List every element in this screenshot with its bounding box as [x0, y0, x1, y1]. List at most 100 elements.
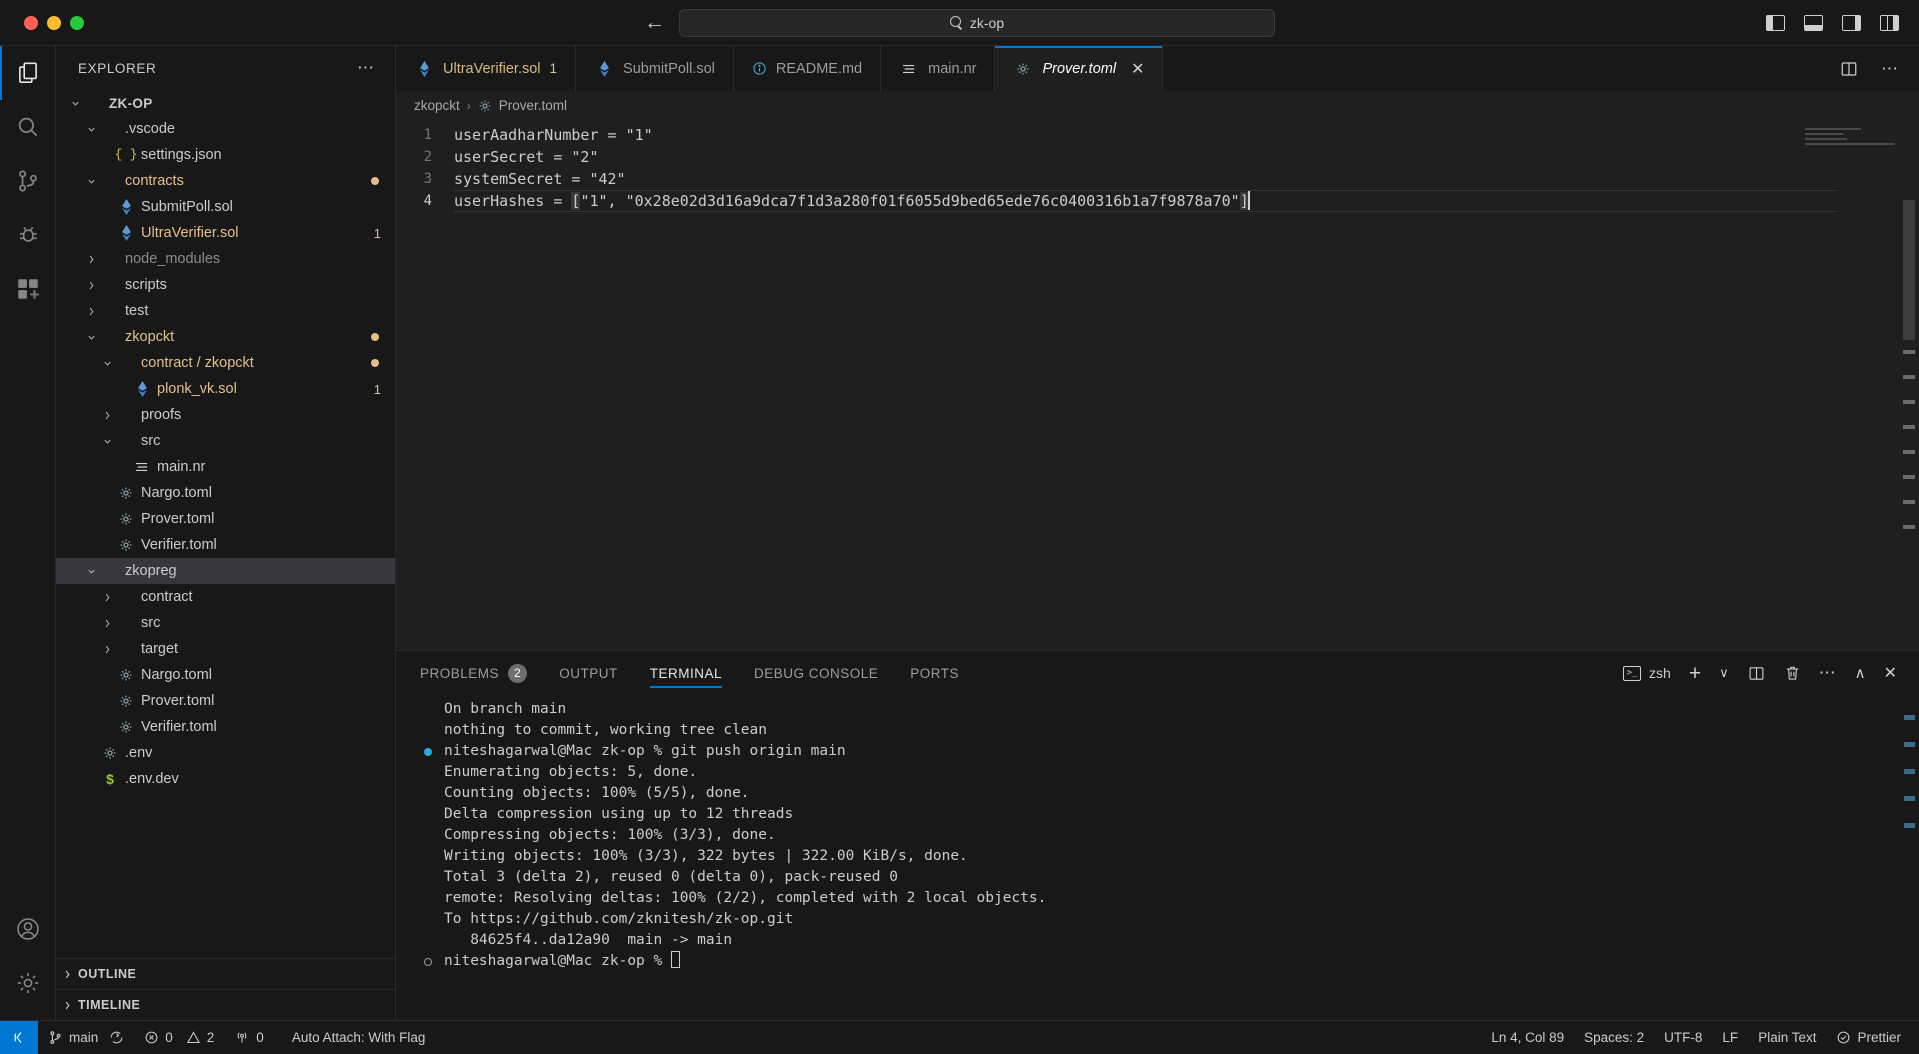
- panel-tab-terminal[interactable]: TERMINAL: [649, 651, 723, 695]
- tree-folder--vscode[interactable]: .vscode: [56, 116, 395, 142]
- tree-folder-src[interactable]: src: [56, 610, 395, 636]
- status-language-mode[interactable]: Plain Text: [1748, 1021, 1826, 1054]
- editor-more-actions-icon[interactable]: ⋯: [1881, 60, 1899, 77]
- activity-search[interactable]: [0, 100, 56, 154]
- chevron-right-icon[interactable]: [98, 644, 116, 655]
- terminal-output[interactable]: On branch main nothing to commit, working…: [396, 695, 1919, 1020]
- panel-scrollbar[interactable]: [1904, 715, 1915, 915]
- tree-file--env-dev[interactable]: $ .env.dev: [56, 766, 395, 792]
- chevron-down-icon[interactable]: [98, 358, 116, 369]
- breadcrumb-item-file[interactable]: Prover.toml: [499, 98, 567, 113]
- tree-file-submitpoll-sol[interactable]: SubmitPoll.sol: [56, 194, 395, 220]
- chevron-down-icon[interactable]: [82, 124, 100, 135]
- tree-folder-src[interactable]: src: [56, 428, 395, 454]
- panel-tab-ports[interactable]: PORTS: [910, 651, 959, 695]
- explorer-more-actions-icon[interactable]: ⋯: [357, 59, 375, 76]
- editor-vertical-scrollbar[interactable]: [1903, 200, 1915, 340]
- tree-file-plonk-vk-sol[interactable]: plonk_vk.sol 1: [56, 376, 395, 402]
- tree-file-prover-toml[interactable]: Prover.toml: [56, 688, 395, 714]
- chevron-right-icon[interactable]: [98, 410, 116, 421]
- code-editor[interactable]: 1 userAadharNumber = "1" 2 userSecret = "2"…: [396, 120, 1919, 650]
- status-indentation[interactable]: Spaces: 2: [1574, 1021, 1654, 1054]
- status-encoding[interactable]: UTF-8: [1654, 1021, 1712, 1054]
- panel-tab-debug-console[interactable]: DEBUG CONSOLE: [754, 651, 878, 695]
- tree-folder-contract[interactable]: contract: [56, 584, 395, 610]
- status-cursor-position[interactable]: Ln 4, Col 89: [1481, 1021, 1574, 1054]
- tree-folder-zkopreg[interactable]: zkopreg: [56, 558, 395, 584]
- tree-folder-node-modules[interactable]: node_modules: [56, 246, 395, 272]
- activity-explorer[interactable]: [0, 46, 56, 100]
- file-tree[interactable]: ZK-OP .vscode { } settings.json contracts Sub…: [56, 90, 395, 958]
- remote-window-button[interactable]: [0, 1020, 38, 1054]
- tree-file-prover-toml[interactable]: Prover.toml: [56, 506, 395, 532]
- tree-folder-test[interactable]: test: [56, 298, 395, 324]
- chevron-down-icon[interactable]: [66, 98, 84, 109]
- chevron-down-icon[interactable]: [98, 436, 116, 447]
- status-eol[interactable]: LF: [1712, 1021, 1748, 1054]
- tree-file-verifier-toml[interactable]: Verifier.toml: [56, 714, 395, 740]
- chevron-right-icon[interactable]: [82, 254, 100, 265]
- terminal-shell-selector[interactable]: >_ zsh: [1623, 665, 1671, 681]
- tree-folder-contracts[interactable]: contracts: [56, 168, 395, 194]
- tree-folder-contract-zkopckt[interactable]: contract / zkopckt: [56, 350, 395, 376]
- tree-file-main-nr[interactable]: main.nr: [56, 454, 395, 480]
- activity-settings[interactable]: [0, 956, 56, 1010]
- chevron-down-icon[interactable]: [82, 566, 100, 577]
- status-formatter[interactable]: Prettier: [1826, 1021, 1919, 1054]
- split-editor-icon[interactable]: [1839, 60, 1859, 78]
- new-terminal-button[interactable]: +: [1689, 663, 1701, 684]
- chevron-right-icon[interactable]: [98, 618, 116, 629]
- toggle-panel-icon[interactable]: [1804, 14, 1823, 31]
- close-panel-icon[interactable]: ✕: [1884, 663, 1897, 683]
- sidebar-section-outline[interactable]: OUTLINE: [56, 958, 395, 989]
- trash-icon[interactable]: [1784, 664, 1801, 682]
- toggle-primary-sidebar-icon[interactable]: [1766, 14, 1785, 31]
- minimize-window-button[interactable]: [47, 15, 61, 30]
- tab-readme-md[interactable]: README.md: [733, 46, 882, 91]
- breadcrumb-item-folder[interactable]: zkopckt: [414, 98, 460, 113]
- tree-folder-zk-op[interactable]: ZK-OP: [56, 90, 395, 116]
- status-ports[interactable]: 0: [224, 1021, 274, 1054]
- tree-file-settings-json[interactable]: { } settings.json: [56, 142, 395, 168]
- tree-folder-target[interactable]: target: [56, 636, 395, 662]
- chevron-down-icon[interactable]: [82, 332, 100, 343]
- maximize-panel-icon[interactable]: ∧: [1855, 664, 1866, 682]
- tree-folder-proofs[interactable]: proofs: [56, 402, 395, 428]
- panel-tab-output[interactable]: OUTPUT: [559, 651, 618, 695]
- activity-source-control[interactable]: [0, 154, 56, 208]
- back-arrow-icon[interactable]: ←: [644, 12, 665, 33]
- activity-accounts[interactable]: [0, 902, 56, 956]
- toggle-secondary-sidebar-icon[interactable]: [1842, 14, 1861, 31]
- tree-file-verifier-toml[interactable]: Verifier.toml: [56, 532, 395, 558]
- sidebar-section-timeline[interactable]: TIMELINE: [56, 989, 395, 1020]
- tab-close-icon[interactable]: ✕: [1131, 59, 1144, 79]
- activity-run-debug[interactable]: [0, 208, 56, 262]
- chevron-right-icon[interactable]: [98, 592, 116, 603]
- tree-file-nargo-toml[interactable]: Nargo.toml: [56, 662, 395, 688]
- chevron-right-icon[interactable]: [82, 306, 100, 317]
- status-auto-attach[interactable]: Auto Attach: With Flag: [274, 1021, 436, 1054]
- tree-folder-zkopckt[interactable]: zkopckt: [56, 324, 395, 350]
- tab-main-nr[interactable]: main.nr: [881, 46, 996, 91]
- panel-more-actions-icon[interactable]: ⋯: [1819, 664, 1837, 681]
- tree-folder-scripts[interactable]: scripts: [56, 272, 395, 298]
- activity-extensions[interactable]: [0, 262, 56, 316]
- tree-file-nargo-toml[interactable]: Nargo.toml: [56, 480, 395, 506]
- tab-submitpoll-sol[interactable]: SubmitPoll.sol: [576, 46, 734, 91]
- close-window-button[interactable]: [24, 15, 38, 30]
- panel-tab-problems[interactable]: PROBLEMS 2: [420, 651, 528, 695]
- tab-prover-toml[interactable]: Prover.toml ✕: [995, 46, 1164, 91]
- tree-file-ultraverifier-sol[interactable]: UltraVerifier.sol 1: [56, 220, 395, 246]
- customize-layout-icon[interactable]: [1880, 14, 1899, 31]
- command-center-search[interactable]: zk-op: [679, 8, 1275, 37]
- tab-ultraverifier-sol[interactable]: UltraVerifier.sol 1: [396, 46, 577, 91]
- chevron-right-icon[interactable]: [82, 280, 100, 291]
- split-terminal-icon[interactable]: [1747, 665, 1766, 682]
- chevron-down-icon[interactable]: [82, 176, 100, 187]
- chevron-down-icon[interactable]: ∨: [1719, 665, 1729, 681]
- minimap[interactable]: [1805, 128, 1897, 188]
- tree-file--env[interactable]: .env: [56, 740, 395, 766]
- maximize-window-button[interactable]: [70, 15, 84, 30]
- status-branch[interactable]: main: [38, 1021, 134, 1054]
- status-problems[interactable]: 0 2: [134, 1021, 224, 1054]
